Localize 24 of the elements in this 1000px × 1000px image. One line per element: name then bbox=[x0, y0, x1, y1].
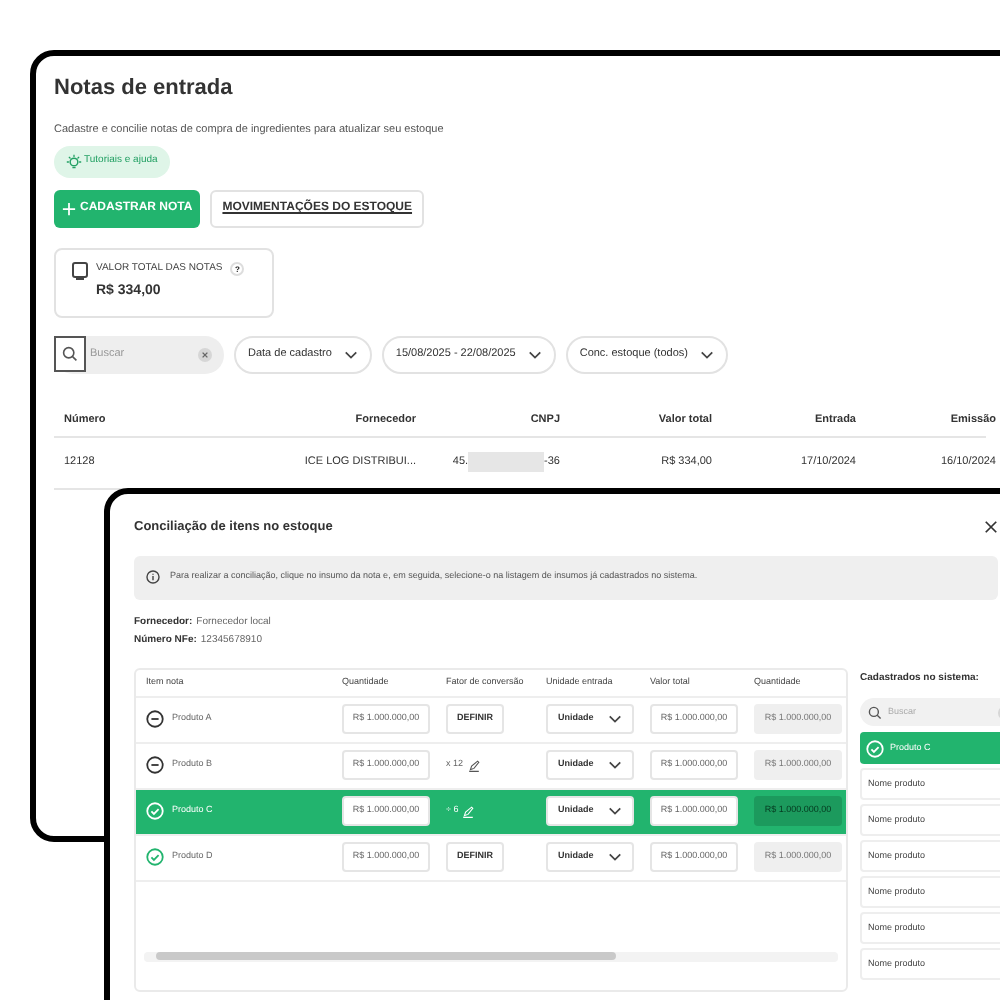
chevron-down-icon bbox=[343, 349, 358, 360]
lightbulb-icon bbox=[66, 153, 82, 170]
chevron-down-icon bbox=[608, 852, 622, 863]
minus-circle-icon bbox=[146, 710, 164, 729]
search-icon bbox=[62, 346, 78, 363]
info-icon bbox=[146, 570, 160, 585]
receipt-icon bbox=[72, 261, 88, 280]
chevron-down-icon bbox=[527, 349, 542, 360]
chevron-down-icon bbox=[608, 760, 622, 771]
pencil-icon[interactable] bbox=[467, 759, 480, 772]
check-circle-icon bbox=[146, 848, 164, 867]
chevron-down-icon bbox=[608, 806, 622, 817]
search-icon bbox=[868, 705, 882, 720]
close-icon[interactable] bbox=[984, 520, 998, 535]
minus-circle-icon bbox=[146, 756, 164, 775]
plus-icon bbox=[62, 201, 76, 216]
check-circle-icon bbox=[146, 802, 164, 821]
clear-icon[interactable] bbox=[198, 347, 212, 362]
redacted-block bbox=[468, 452, 545, 473]
chevron-down-icon bbox=[608, 714, 622, 725]
horizontal-scrollbar[interactable] bbox=[144, 951, 838, 962]
chevron-down-icon bbox=[699, 349, 714, 360]
check-circle-icon bbox=[866, 739, 884, 758]
page-title: Notas de entrada bbox=[54, 74, 235, 104]
